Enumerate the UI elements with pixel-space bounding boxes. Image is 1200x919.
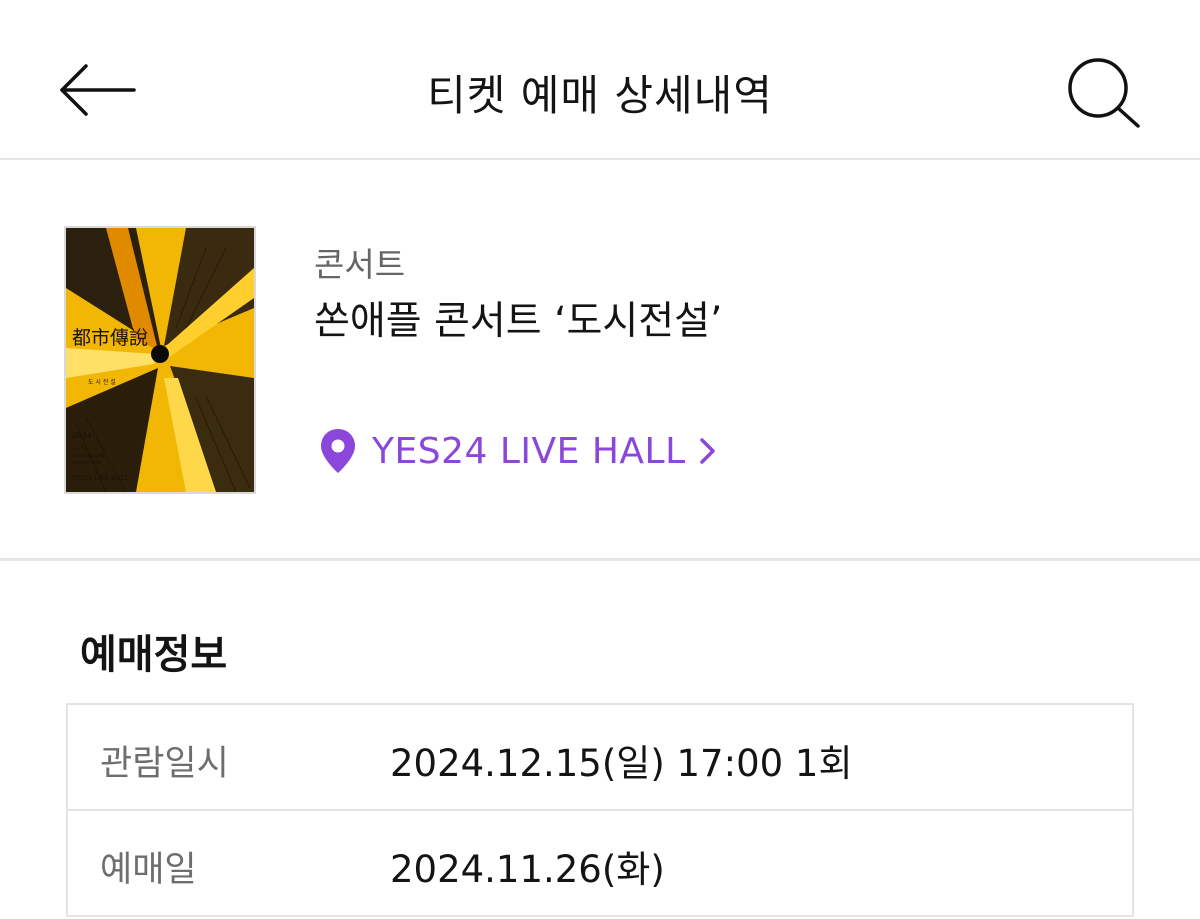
top-app-bar: 티켓 예매 상세내역 [0, 0, 1200, 160]
poster-subtitle-text: 도 시 전 설 [88, 378, 116, 386]
event-category: 콘서트 [314, 245, 406, 284]
booking-info-heading: 예매정보 [80, 632, 228, 678]
table-row-booking-date: 예매일 2024.11.26(화) [68, 811, 1132, 917]
search-icon [1068, 58, 1140, 128]
poster-dates-text: 12. 14. - 12. 15. [72, 446, 108, 452]
location-pin-icon [321, 429, 355, 473]
row-label: 예매일 [100, 850, 197, 890]
search-button[interactable] [1060, 54, 1150, 134]
page-title: 티켓 예매 상세내역 [427, 71, 773, 120]
section-divider [0, 558, 1200, 561]
poster-time-sat-text: Saturday 6PM [72, 453, 105, 459]
poster-time-sun-text: Sunday 5PM [72, 460, 101, 466]
event-poster[interactable]: 都市傳說 도 시 전 설 2024 12. 14. - 12. 15. Satu… [64, 226, 256, 494]
table-row-viewing-datetime: 관람일시 2024.12.15(일) 17:00 1회 [68, 705, 1132, 811]
poster-title-text: 都市傳說 [72, 327, 148, 349]
event-title: 쏜애플 콘서트 ‘도시전설’ [314, 299, 723, 344]
poster-artwork: 都市傳說 도 시 전 설 2024 12. 14. - 12. 15. Satu… [66, 228, 254, 492]
row-value: 2024.11.26(화) [390, 848, 665, 891]
row-value: 2024.12.15(일) 17:00 1회 [390, 742, 853, 785]
venue-name: YES24 LIVE HALL [372, 430, 686, 472]
booking-info-table: 관람일시 2024.12.15(일) 17:00 1회 예매일 2024.11.… [66, 703, 1134, 917]
poster-venue-text: YES24 LIVE HALL [71, 475, 129, 482]
venue-link[interactable]: YES24 LIVE HALL [318, 426, 718, 476]
row-label: 관람일시 [100, 744, 229, 784]
chevron-right-icon [699, 438, 715, 464]
event-summary: 都市傳說 도 시 전 설 2024 12. 14. - 12. 15. Satu… [0, 160, 1200, 558]
poster-year-text: 2024 [72, 431, 92, 440]
